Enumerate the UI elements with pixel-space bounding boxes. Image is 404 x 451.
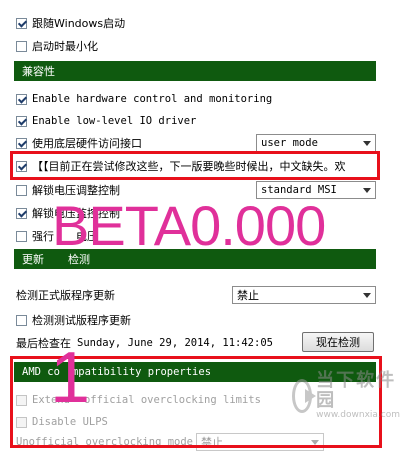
extend-limits-label-b: official overclocking limits xyxy=(83,394,261,406)
last-check-value: Sunday, June 29, 2014, 11:42:05 xyxy=(77,337,273,349)
chevron-down-icon xyxy=(363,141,371,146)
unofficial-mode-select[interactable]: 禁止 xyxy=(196,433,324,451)
amd-header-part-b: mpatibility properties xyxy=(71,366,212,378)
startup-windows-checkbox-row[interactable]: 跟随Windows启动 xyxy=(16,14,125,32)
watermark-cn: 当下软件园 xyxy=(316,370,397,412)
hw-control-label: Enable hardware control and monitoring xyxy=(32,93,273,105)
check-now-button[interactable]: 现在检测 xyxy=(302,332,374,352)
play-logo-icon xyxy=(292,379,317,413)
hw-control-checkbox[interactable] xyxy=(16,93,27,105)
unlock-voltage-monitor-checkbox[interactable] xyxy=(16,207,27,219)
check-beta-label: 检测测试版程序更新 xyxy=(32,314,131,327)
compatibility-header-title: 兼容性 xyxy=(22,65,55,78)
force-voltage-label: 强行 xyxy=(32,230,54,243)
beta-overlay-text: BETA0.000 xyxy=(52,194,326,257)
unofficial-mode-label: Unofficial overclocking mode xyxy=(16,436,194,448)
disable-ulps-checkbox[interactable] xyxy=(16,416,27,428)
check-release-label: 检测正式版程序更新 xyxy=(16,289,115,302)
chevron-down-icon xyxy=(311,440,319,445)
startup-windows-label: 跟随Windows启动 xyxy=(32,17,126,30)
unofficial-mode-row: Unofficial overclocking mode xyxy=(16,433,193,451)
highlight-note-checkbox[interactable] xyxy=(16,160,27,172)
force-voltage-checkbox[interactable] xyxy=(16,230,27,242)
low-level-io-checkbox-row[interactable]: Enable low-level IO driver xyxy=(16,112,196,130)
check-release-row: 检测正式版程序更新 xyxy=(16,286,115,304)
chevron-down-icon xyxy=(363,188,371,193)
low-level-hw-access-checkbox-row[interactable]: 使用底层硬件访问接口 xyxy=(16,134,142,152)
check-beta-checkbox[interactable] xyxy=(16,314,27,326)
step-number-overlay: 1 xyxy=(50,338,91,418)
startup-minimized-checkbox-row[interactable]: 启动时最小化 xyxy=(16,37,98,55)
watermark-en: www.downxia.com xyxy=(316,409,400,420)
check-release-select-value: 禁止 xyxy=(237,289,259,302)
check-beta-checkbox-row[interactable]: 检测测试版程序更新 xyxy=(16,311,131,329)
highlight-note-text: 【【目前正在尝试修改这些，下一版要晚些时候出，中文缺失。欢 xyxy=(32,160,346,173)
low-level-hw-access-mode-select[interactable]: user mode xyxy=(256,134,376,152)
startup-minimized-checkbox[interactable] xyxy=(16,40,27,52)
low-level-hw-access-checkbox[interactable] xyxy=(16,137,27,149)
hw-control-checkbox-row[interactable]: Enable hardware control and monitoring xyxy=(16,90,272,108)
startup-minimized-label: 启动时最小化 xyxy=(32,40,98,53)
low-level-io-checkbox[interactable] xyxy=(16,115,27,127)
unlock-voltage-control-checkbox[interactable] xyxy=(16,184,27,196)
low-level-hw-access-label: 使用底层硬件访问接口 xyxy=(32,137,142,150)
update-header-prefix: 更新 xyxy=(22,253,44,266)
highlight-note-checkbox-row[interactable]: 【【目前正在尝试修改这些，下一版要晚些时候出，中文缺失。欢 xyxy=(16,157,378,175)
chevron-down-icon xyxy=(363,293,371,298)
low-level-io-label: Enable low-level IO driver xyxy=(32,115,197,127)
check-release-select[interactable]: 禁止 xyxy=(232,286,376,304)
low-level-hw-access-mode-value: user mode xyxy=(261,137,318,149)
extend-limits-checkbox[interactable] xyxy=(16,394,27,406)
compatibility-section-header: 兼容性 xyxy=(14,61,376,81)
startup-windows-checkbox[interactable] xyxy=(16,17,27,29)
watermark: 当下软件园 www.downxia.com xyxy=(292,370,400,420)
